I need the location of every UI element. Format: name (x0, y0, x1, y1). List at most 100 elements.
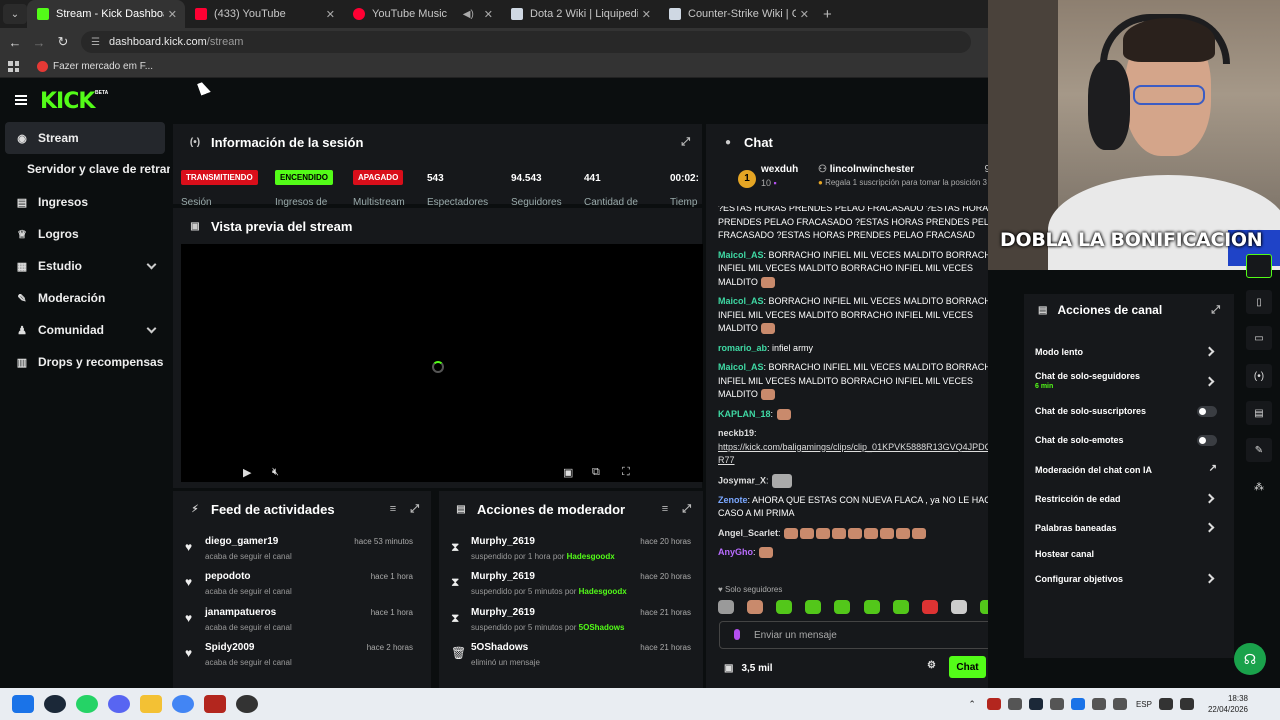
folder-icon[interactable] (140, 695, 162, 713)
popout-icon[interactable]: ⤢ (681, 136, 690, 149)
feed-username[interactable]: diego_gamer19 (205, 536, 278, 547)
keyboard-language[interactable]: ESP (1136, 700, 1152, 709)
sidebar-item-comunidad[interactable]: ♟ Comunidad (5, 314, 165, 346)
whatsapp-icon[interactable] (76, 695, 98, 713)
emote-icon[interactable] (950, 600, 967, 614)
emote-icon[interactable] (892, 600, 909, 614)
stream-video-player[interactable]: ▶ 🔇︎ ▣ ⧉ ⛶ (181, 244, 703, 482)
chat-message-input[interactable]: Enviar un mensaje ☻ (719, 621, 988, 649)
tray-app-icon[interactable] (1049, 698, 1064, 710)
tray-steam-icon[interactable] (1028, 698, 1043, 710)
sidebar-item-drops[interactable]: ▥ Drops y recompensas (5, 346, 165, 378)
popout-icon[interactable]: ⤢ (1211, 304, 1220, 317)
dota2-icon[interactable] (204, 695, 226, 713)
popout-icon[interactable]: ⤢ (410, 503, 419, 516)
new-tab-icon[interactable]: + (823, 6, 832, 23)
emote-icon[interactable] (776, 600, 793, 614)
close-tab-icon[interactable]: ✕ (642, 8, 651, 21)
users-list-icon[interactable]: ▤ (1246, 401, 1272, 425)
chat-bubble-icon[interactable]: ▭ (1246, 326, 1272, 350)
gift-prompt[interactable]: ● Regala 1 suscripción para tomar la pos… (818, 178, 987, 187)
chat-username[interactable]: Maicol_AS (718, 250, 764, 260)
leader-username[interactable]: wexduh (761, 164, 798, 175)
sidebar-item-stream[interactable]: ◉ Stream (5, 122, 165, 154)
sidebar-item-estudio[interactable]: ▦ Estudio (5, 250, 165, 282)
action-solo-emotes[interactable]: Chat de solo-emotes (1035, 430, 1225, 450)
moderator-name[interactable]: Hadesgoodx (579, 587, 627, 596)
feed-username[interactable]: pepodoto (205, 571, 251, 582)
close-tab-icon[interactable]: ✕ (168, 8, 177, 21)
action-palabras-baneadas[interactable]: Palabras baneadas (1035, 518, 1225, 538)
filter-icon[interactable]: ≡ (390, 503, 396, 516)
chat-username[interactable]: Angel_Scarlet (718, 528, 778, 538)
chat-link[interactable]: https://kick.com/baligamings/clips/clip_… (718, 442, 988, 466)
moderator-name[interactable]: 5OShadows (579, 623, 625, 632)
emote-icon[interactable] (863, 600, 880, 614)
tab-kick-dashboard[interactable]: Stream - Kick Dashboard ✕ (27, 0, 185, 28)
reload-icon[interactable]: ↻ (51, 34, 75, 50)
chat-username[interactable]: neckb19 (718, 428, 754, 438)
share-icon[interactable]: ⁂ (1246, 475, 1272, 499)
url-input[interactable]: ☰ dashboard.kick.com/stream (81, 31, 971, 53)
tab-youtube-music[interactable]: YouTube Music ◀) ✕ (343, 0, 501, 28)
action-solo-suscriptores[interactable]: Chat de solo-suscriptores (1035, 401, 1225, 421)
back-icon[interactable]: ← (3, 35, 27, 50)
kick-logo[interactable]: KICK (40, 89, 95, 114)
mod-target-username[interactable]: Murphy_2619 (471, 536, 535, 547)
mute-icon[interactable]: 🔇︎ (272, 466, 279, 479)
chat-username[interactable]: romario_ab (718, 343, 767, 353)
chrome-icon[interactable] (172, 695, 194, 713)
bookmark-item[interactable]: Fazer mercado em F... (37, 61, 153, 72)
action-hostear-canal[interactable]: Hostear canal (1035, 544, 1225, 564)
sidebar-item-moderacion[interactable]: ✎ Moderación (5, 282, 165, 314)
tab-youtube[interactable]: (433) YouTube ✕ (185, 0, 343, 28)
apps-grid-icon[interactable] (8, 61, 19, 72)
close-tab-icon[interactable]: ✕ (800, 8, 809, 21)
tab-search-button[interactable]: ⌄ (3, 4, 27, 24)
action-moderacion-ia[interactable]: Moderación del chat con IA ↗ (1035, 460, 1225, 480)
obs-icon[interactable] (236, 695, 258, 713)
tray-bluetooth-icon[interactable] (1070, 698, 1085, 710)
theater-mode-icon[interactable]: ▣ (563, 466, 573, 479)
leader2-username[interactable]: ⚇ lincolnwinchester (818, 164, 914, 175)
emote-icon[interactable] (834, 600, 851, 614)
wrench-icon[interactable]: ✎ (1246, 438, 1272, 462)
emote-icon[interactable] (718, 600, 734, 614)
chat-username[interactable]: Josymar_X (718, 475, 766, 485)
action-modo-lento[interactable]: Modo lento (1035, 342, 1225, 362)
mod-target-username[interactable]: Murphy_2619 (471, 607, 535, 618)
emote-icon[interactable] (747, 600, 764, 614)
toggle-switch[interactable] (1197, 435, 1217, 446)
close-tab-icon[interactable]: ✕ (484, 8, 493, 21)
action-solo-seguidores[interactable]: Chat de solo-seguidores (1035, 366, 1225, 387)
feed-username[interactable]: janampatueros (205, 607, 276, 618)
chat-username[interactable]: Maicol_AS (718, 296, 764, 306)
microphone-icon[interactable] (734, 629, 740, 640)
tray-app-icon[interactable] (986, 698, 1001, 710)
mod-target-username[interactable]: Murphy_2619 (471, 571, 535, 582)
volume-icon[interactable] (1179, 698, 1194, 710)
gear-icon[interactable]: ⚙ (927, 660, 936, 671)
fullscreen-icon[interactable]: ⛶ (622, 466, 630, 479)
tray-app-icon[interactable] (1112, 698, 1127, 710)
chat-username[interactable]: Zenote (718, 495, 748, 505)
sidebar-item-ingresos[interactable]: ▤ Ingresos (5, 186, 165, 218)
forward-icon[interactable]: → (27, 35, 51, 50)
start-icon[interactable] (12, 695, 34, 713)
steam-icon[interactable] (44, 695, 66, 713)
network-icon[interactable] (1158, 698, 1173, 710)
tray-chevron-up-icon[interactable]: ⌃ (968, 699, 976, 710)
tab-cs-wiki[interactable]: Counter-Strike Wiki | CS2 | Liqu ✕ (659, 0, 817, 28)
action-configurar-objetivos[interactable]: Configurar objetivos (1035, 569, 1225, 589)
pip-icon[interactable]: ⧉ (592, 466, 600, 479)
tray-app-icon[interactable] (1091, 698, 1106, 710)
action-restriccion-edad[interactable]: Restricción de edad (1035, 489, 1225, 509)
taskbar-clock[interactable]: 18:38 22/04/2026 (1208, 693, 1248, 715)
mod-target-username[interactable]: 5OShadows (471, 642, 528, 653)
emote-icon[interactable] (805, 600, 822, 614)
tray-app-icon[interactable] (1007, 698, 1022, 710)
site-info-icon[interactable]: ☰ (91, 37, 100, 48)
emote-icon[interactable] (921, 600, 938, 614)
moderator-name[interactable]: Hadesgoodx (567, 552, 615, 561)
sidebar-item-logros[interactable]: ♕ Logros (5, 218, 165, 250)
